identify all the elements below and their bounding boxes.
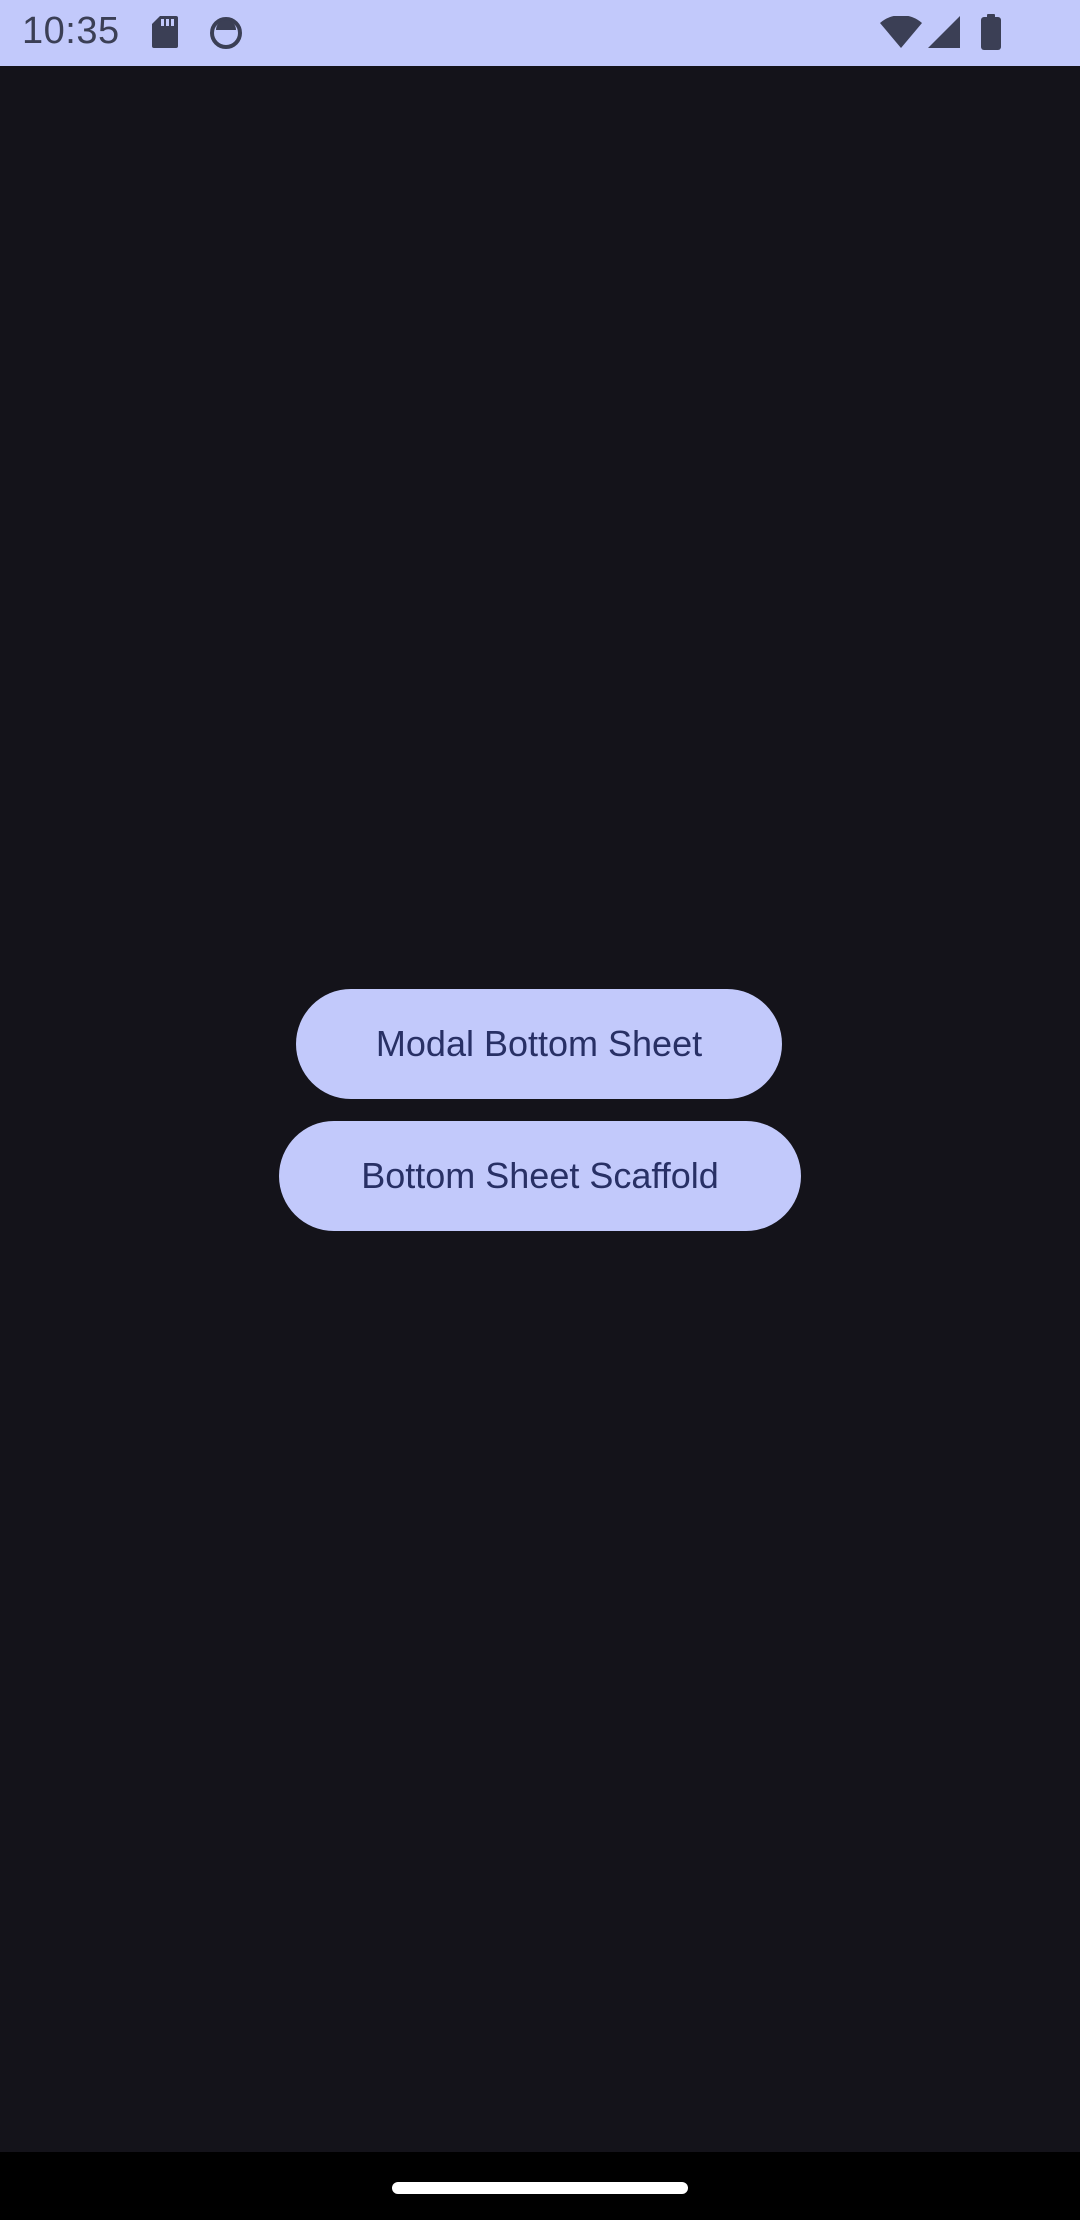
main-content [0, 66, 1080, 2152]
status-bar: 10:35 [0, 0, 1080, 66]
sd-card-icon [152, 16, 178, 53]
home-gesture-handle[interactable] [392, 2182, 688, 2194]
battery-icon [981, 14, 1001, 55]
cell-signal-icon [928, 16, 960, 53]
bottom-sheet-scaffold-button[interactable]: Bottom Sheet Scaffold [279, 1121, 801, 1231]
modal-bottom-sheet-label: Modal Bottom Sheet [375, 1023, 703, 1064]
bottom-sheet-scaffold-label: Bottom Sheet Scaffold [361, 1155, 719, 1196]
wifi-icon [880, 15, 922, 53]
screen: 10:35 Modal Bottom Sheet Bottom Sheet Sc… [0, 0, 1080, 2220]
modal-bottom-sheet-button[interactable]: Modal Bottom Sheet [296, 989, 782, 1099]
status-time: 10:35 [22, 10, 120, 52]
screen-record-icon [209, 16, 243, 55]
